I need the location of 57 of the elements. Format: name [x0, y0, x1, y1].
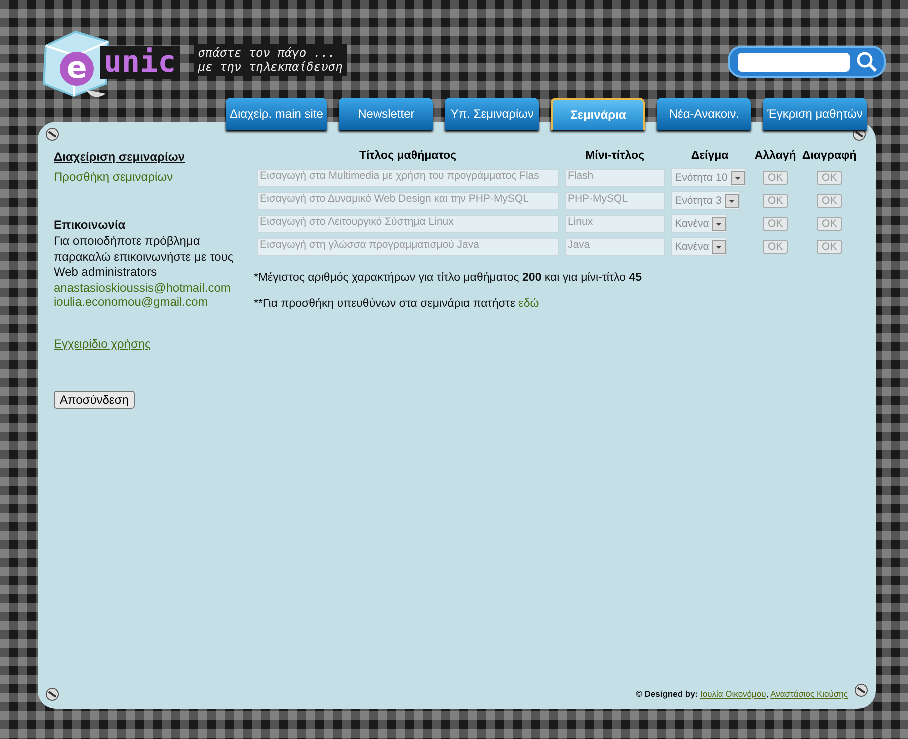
search-bar[interactable] [728, 46, 886, 78]
here-link[interactable]: εδώ [518, 298, 540, 310]
author-link[interactable]: Αναστάσιος Κιούσης [770, 689, 848, 699]
logo-text: unic [100, 46, 180, 79]
sample-dropdown[interactable]: Ενότητα 3 [671, 191, 740, 210]
contact-heading: Επικοινωνία [54, 218, 127, 232]
author-link[interactable]: Ιουλία Οικονόμου [700, 689, 766, 699]
responsible-note: **Για προσθήκη υπευθύνων στα σεμινάρια πατήστε εδώ [254, 298, 540, 310]
screw-icon [855, 684, 868, 697]
nav-tab[interactable]: Υπ. Σεμιναρίων [445, 98, 540, 130]
column-header: Τίτλος μαθήματος [358, 150, 458, 164]
mini-title-field[interactable]: PHP-MySQL [564, 192, 666, 210]
footer-credit: © Designed by: Ιουλία Οικονόμου, Αναστάσιος Κιούσης [636, 689, 848, 699]
mini-title-field[interactable]: Java [564, 238, 666, 256]
nav-tab[interactable]: Διαχείρ. main site [226, 98, 328, 130]
nav-tab[interactable]: Σεμινάρια [551, 98, 646, 130]
add-seminars-link[interactable]: Προσθήκη σεμιναρίων [54, 170, 254, 184]
delete-button[interactable]: OK [817, 170, 842, 184]
sidebar-heading: Διαχείριση σεμιναρίων [54, 150, 186, 164]
sample-dropdown[interactable]: Κανένα [671, 237, 728, 256]
title-field[interactable]: Εισαγωγή στο Λειτουργικό Σύστημα Linux [257, 214, 559, 232]
column-header: Αλλαγή [754, 150, 798, 164]
email-link[interactable]: anastasioskioussis@hotmail.com [54, 280, 254, 295]
nav-tab[interactable]: Newsletter [339, 98, 434, 130]
title-field[interactable]: Εισαγωγή στο Δυναμικό Web Design και την PHP-MySQL [257, 192, 559, 210]
change-button[interactable]: OK [763, 194, 788, 208]
contact-text: Για οποιοδήποτε πρόβλημα παρακαλώ επικοινωνήστε με τους Web administrators [54, 234, 235, 281]
change-button[interactable]: OK [763, 240, 788, 254]
manual-link[interactable]: Εγχειρίδιο χρήσης [54, 336, 151, 351]
mini-title-field[interactable]: Flash [564, 168, 666, 186]
column-header: Μίνι-τίτλος [584, 150, 646, 164]
tagline: με την τηλεκπαίδευση [198, 60, 343, 74]
caret-icon [730, 170, 745, 184]
delete-button[interactable]: OK [817, 216, 842, 230]
delete-button[interactable]: OK [817, 240, 842, 254]
mini-title-field[interactable]: Linux [564, 214, 666, 232]
nav-tab[interactable]: Έγκριση μαθητών [763, 98, 867, 130]
title-field[interactable]: Εισαγωγή στη γλώσσα προγραμματισμού Java [257, 238, 559, 256]
search-icon[interactable] [856, 51, 878, 73]
caret-icon [712, 240, 726, 254]
delete-button[interactable]: OK [817, 194, 842, 208]
screw-icon [46, 688, 59, 701]
column-header: Δείγμα [690, 150, 730, 164]
change-button[interactable]: OK [763, 170, 788, 184]
caret-icon [712, 216, 726, 230]
title-field[interactable]: Εισαγωγή στα Multimedia με χρήση του προγράμματος Flas [257, 168, 559, 186]
character-limit-note: *Μέγιστος αριθμός χαρακτήρων για τίτλο μαθήματος 200 και για μίνι-τίτλο 45 [254, 272, 643, 284]
nav-tab[interactable]: Νέα-Ανακοιν. [657, 98, 752, 130]
column-header: Διαγραφή [801, 150, 858, 164]
screw-icon [46, 128, 59, 141]
caret-icon [724, 194, 739, 208]
change-button[interactable]: OK [763, 216, 788, 230]
email-link[interactable]: ioulia.economou@gmail.com [54, 294, 254, 309]
tagline: σπάστε τον πάγο ... [198, 46, 337, 60]
logout-button[interactable]: Αποσύνδεση [54, 390, 135, 409]
sample-dropdown[interactable]: Κανένα [671, 214, 728, 233]
sample-dropdown[interactable]: Ενότητα 10 [671, 168, 746, 187]
